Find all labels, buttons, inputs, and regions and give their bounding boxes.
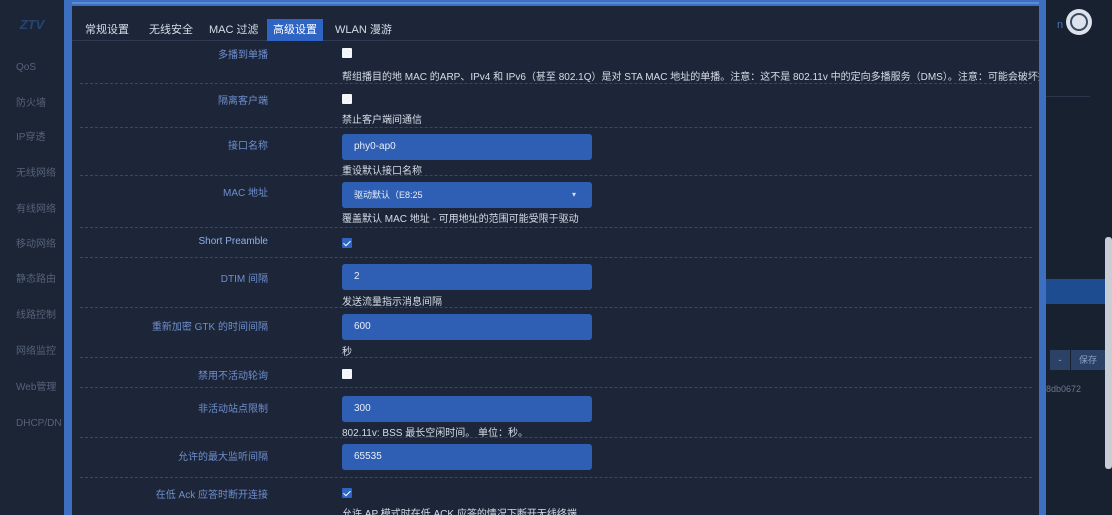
- disable-inactivity-poll-label: 禁用不活动轮询: [198, 371, 268, 382]
- isolate-clients-description: 禁止客户端间通信: [342, 115, 422, 126]
- form-row-disable-inactivity-poll: 禁用不活动轮询: [80, 358, 1032, 388]
- form-row-mac-address: MAC 地址 驱动默认（E8:25 ▾ 覆盖默认 MAC 地址 - 可用地址的范…: [80, 176, 1032, 228]
- disassoc-low-ack-description: 允许 AP 模式时在低 ACK 应答的情况下断开无线终端: [342, 509, 577, 515]
- form-row-short-preamble: Short Preamble: [80, 228, 1032, 258]
- background-content-right: [1045, 0, 1112, 515]
- inactivity-limit-description: 802.11v: BSS 最长空闲时间。 单位：秒。: [342, 428, 528, 439]
- save-button[interactable]: 保存: [1071, 350, 1105, 370]
- tab-advanced[interactable]: 高级设置: [267, 19, 323, 41]
- mac-address-selected-value: 驱动默认（E8:25: [354, 190, 423, 200]
- disassoc-low-ack-checkbox[interactable]: [342, 488, 352, 498]
- inactivity-limit-label: 非活动站点限制: [198, 404, 268, 415]
- sidebar: ZTV QoS 防火墙 IP穿透 无线网络 有线网络 移动网络 静态路由 线路控…: [0, 0, 64, 515]
- multicast-to-unicast-label: 多播到单播: [218, 50, 268, 61]
- page-scrollbar[interactable]: [1105, 237, 1112, 469]
- gtk-rekey-input[interactable]: 600: [342, 314, 592, 340]
- tab-mac-filter[interactable]: MAC 过滤: [203, 19, 265, 41]
- disable-inactivity-poll-checkbox[interactable]: [342, 369, 352, 379]
- isolate-clients-checkbox[interactable]: [342, 94, 352, 104]
- short-preamble-checkbox[interactable]: [342, 238, 352, 248]
- mac-address-description: 覆盖默认 MAC 地址 - 可用地址的范围可能受限于驱动: [342, 214, 579, 225]
- form-row-multicast-to-unicast: 多播到单播 帮组播目的地 MAC 的ARP、IPv4 和 IPv6（甚至 802…: [80, 42, 1039, 84]
- sidebar-item-network-monitor[interactable]: 网络监控: [0, 334, 64, 370]
- dropdown-button[interactable]: -: [1050, 350, 1070, 370]
- max-listen-interval-input[interactable]: 65535: [342, 444, 592, 470]
- interface-name-description: 重设默认接口名称: [342, 166, 422, 177]
- sidebar-item-wired[interactable]: 有线网络: [0, 192, 64, 228]
- tab-general[interactable]: 常规设置: [79, 19, 135, 41]
- short-preamble-label: Short Preamble: [198, 236, 268, 247]
- inactivity-limit-input[interactable]: 300: [342, 396, 592, 422]
- sidebar-item-line-control[interactable]: 线路控制: [0, 298, 64, 334]
- sidebar-item-ip-passthrough[interactable]: IP穿透: [0, 120, 64, 156]
- sidebar-item-firewall[interactable]: 防火墙: [0, 86, 64, 122]
- dropdown-caret-icon: ▾: [571, 190, 576, 199]
- divider: [1046, 96, 1090, 97]
- form-row-gtk-rekey: 重新加密 GTK 的时间间隔 600 秒: [80, 308, 1032, 358]
- sidebar-item-mobile[interactable]: 移动网络: [0, 227, 64, 263]
- form-row-max-listen-interval: 允许的最大监听间隔 65535: [80, 438, 1032, 478]
- sidebar-item-dhcp-dns[interactable]: DHCP/DN: [0, 406, 64, 442]
- mac-address-label: MAC 地址: [223, 188, 268, 199]
- interface-name-label: 接口名称: [228, 141, 268, 152]
- gtk-rekey-label: 重新加密 GTK 的时间间隔: [151, 322, 268, 333]
- sidebar-item-web-admin[interactable]: Web管理: [0, 370, 64, 406]
- form-row-dtim-interval: DTIM 间隔 2 发送流量指示消息间隔: [80, 258, 1032, 308]
- user-name: n: [1057, 19, 1064, 31]
- wireless-settings-modal: 常规设置 无线安全 MAC 过滤 高级设置 WLAN 漫游 多播到单播 帮组播目…: [72, 6, 1039, 515]
- isolate-clients-label: 隔离客户端: [218, 96, 268, 107]
- interface-name-input[interactable]: phy0-ap0: [342, 134, 592, 160]
- form-row-interface-name: 接口名称 phy0-ap0 重设默认接口名称: [80, 128, 1032, 177]
- max-listen-interval-label: 允许的最大监听间隔: [178, 452, 268, 463]
- tab-wireless-security[interactable]: 无线安全: [143, 19, 199, 41]
- sidebar-item-wireless[interactable]: 无线网络: [0, 156, 64, 192]
- user-avatar-icon[interactable]: [1066, 9, 1092, 35]
- sidebar-item-qos[interactable]: QoS: [0, 50, 64, 86]
- app-logo: ZTV: [19, 16, 45, 32]
- form-row-disassoc-low-ack: 在低 Ack 应答时断开连接 允许 AP 模式时在低 ACK 应答的情况下断开无…: [80, 478, 1032, 515]
- multicast-to-unicast-description: 帮组播目的地 MAC 的ARP、IPv4 和 IPv6（甚至 802.1Q）是对…: [342, 72, 1039, 83]
- table-header-bar: [1046, 279, 1112, 304]
- multicast-to-unicast-checkbox[interactable]: [342, 48, 352, 58]
- mac-address-select[interactable]: 驱动默认（E8:25 ▾: [342, 182, 592, 208]
- disassoc-low-ack-label: 在低 Ack 应答时断开连接: [155, 490, 268, 501]
- form-row-isolate-clients: 隔离客户端 禁止客户端间通信: [80, 84, 1032, 128]
- dtim-interval-input[interactable]: 2: [342, 264, 592, 290]
- tab-wlan-roaming[interactable]: WLAN 漫游: [329, 19, 398, 41]
- modal-top-rule: [72, 2, 1039, 4]
- gtk-rekey-unit: 秒: [342, 347, 352, 358]
- tab-bar: 常规设置 无线安全 MAC 过滤 高级设置 WLAN 漫游: [72, 12, 1039, 41]
- sidebar-item-static-route[interactable]: 静态路由: [0, 262, 64, 298]
- hash-text: 8db0672: [1046, 384, 1082, 394]
- dtim-interval-description: 发送流量指示消息间隔: [342, 297, 442, 308]
- dtim-interval-label: DTIM 间隔: [220, 274, 268, 285]
- form-row-inactivity-limit: 非活动站点限制 300 802.11v: BSS 最长空闲时间。 单位：秒。: [80, 388, 1032, 439]
